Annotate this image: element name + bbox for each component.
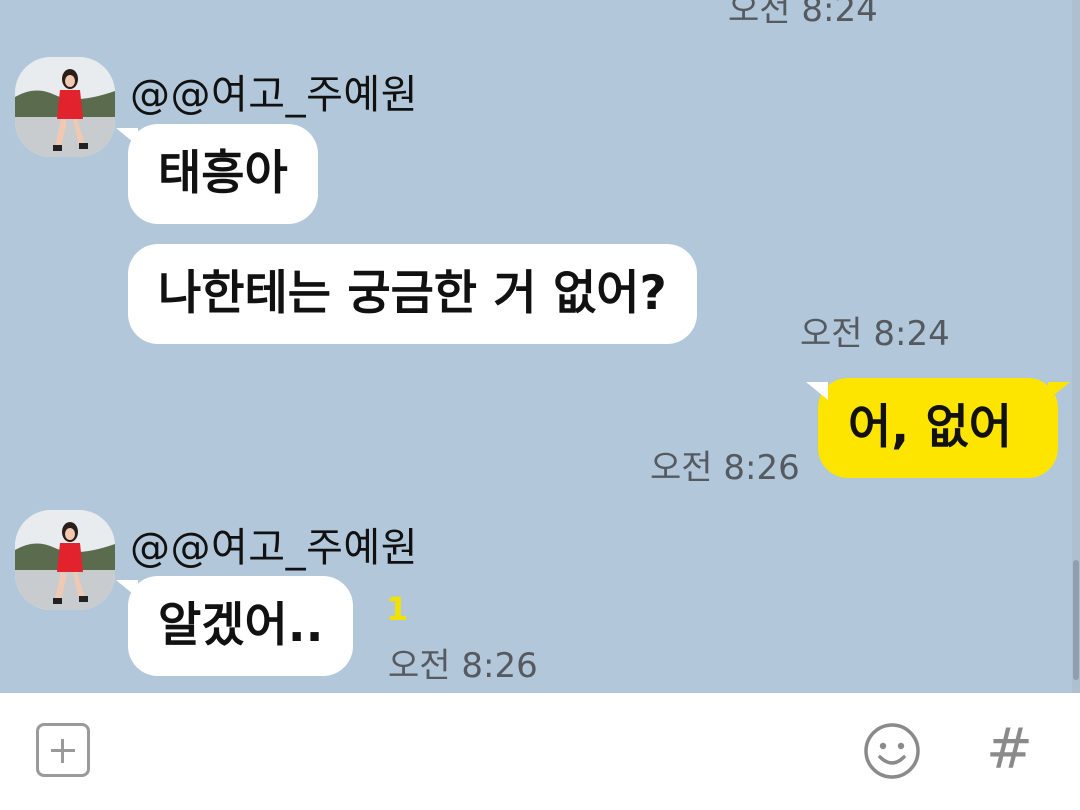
scrollbar[interactable] (1072, 0, 1080, 693)
message-bubble[interactable]: 태흥아 (116, 124, 318, 224)
message-input-bar: # (0, 693, 1080, 810)
message-time: 오전 8:24 (728, 0, 878, 30)
profile-avatar[interactable] (15, 57, 115, 157)
message-time: 오전 8:26 (650, 448, 800, 488)
chat-area[interactable]: 오전 8:24 @@여고_주예원 태흥아 나한테는 궁금한 거 없어? 오전 8… (0, 0, 1080, 693)
sender-name[interactable]: @@여고_주예원 (130, 62, 418, 120)
message-bubble[interactable]: 알겠어.. (115, 576, 354, 676)
message-time: 오전 8:24 (800, 314, 950, 354)
unread-count: 1 (386, 590, 409, 628)
sender-name[interactable]: @@여고_주예원 (130, 515, 418, 573)
hash-button[interactable]: # (986, 717, 1033, 782)
profile-avatar[interactable] (15, 510, 115, 610)
message-bubble[interactable]: 나한테는 궁금한 거 없어? (128, 244, 697, 344)
smile-icon[interactable] (862, 721, 922, 781)
message-time: 오전 8:26 (388, 646, 538, 686)
scrollbar-thumb[interactable] (1073, 560, 1079, 680)
plus-square-icon[interactable] (36, 723, 90, 777)
my-message-bubble[interactable]: 어, 없어 (806, 378, 1070, 478)
